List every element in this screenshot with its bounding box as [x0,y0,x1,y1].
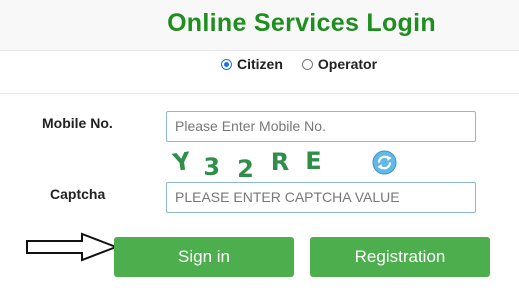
refresh-icon[interactable] [372,150,397,175]
operator-radio-option[interactable]: Operator [301,56,378,72]
header-bar: Online Services Login [0,0,519,51]
captcha-input[interactable]: PLEASE ENTER CAPTCHA VALUE [166,182,476,213]
operator-radio[interactable] [301,58,313,70]
citizen-radio-option[interactable]: Citizen [221,56,283,72]
sign-in-button[interactable]: Sign in [114,237,294,277]
arrow-right-icon [26,232,119,262]
operator-radio-label: Operator [317,56,378,72]
captcha-char: E [305,147,322,175]
captcha-char: Y [171,146,193,178]
captcha-char: 2 [237,155,254,183]
registration-button[interactable]: Registration [310,237,490,277]
captcha-label: Captcha [50,186,106,202]
citizen-radio[interactable] [221,58,232,70]
user-type-selector: Citizen Operator [221,56,396,72]
captcha-image: Y 3 2 R E [171,146,333,183]
citizen-radio-label: Citizen [237,56,283,72]
mobile-label: Mobile No. [42,115,113,131]
captcha-char: 3 [203,153,221,181]
page-title: Online Services Login [167,9,436,37]
captcha-char: R [270,148,290,176]
mobile-input[interactable]: Please Enter Mobile No. [166,111,476,142]
section-divider [0,93,519,94]
login-page: Online Services Login Citizen Operator M… [0,0,519,292]
